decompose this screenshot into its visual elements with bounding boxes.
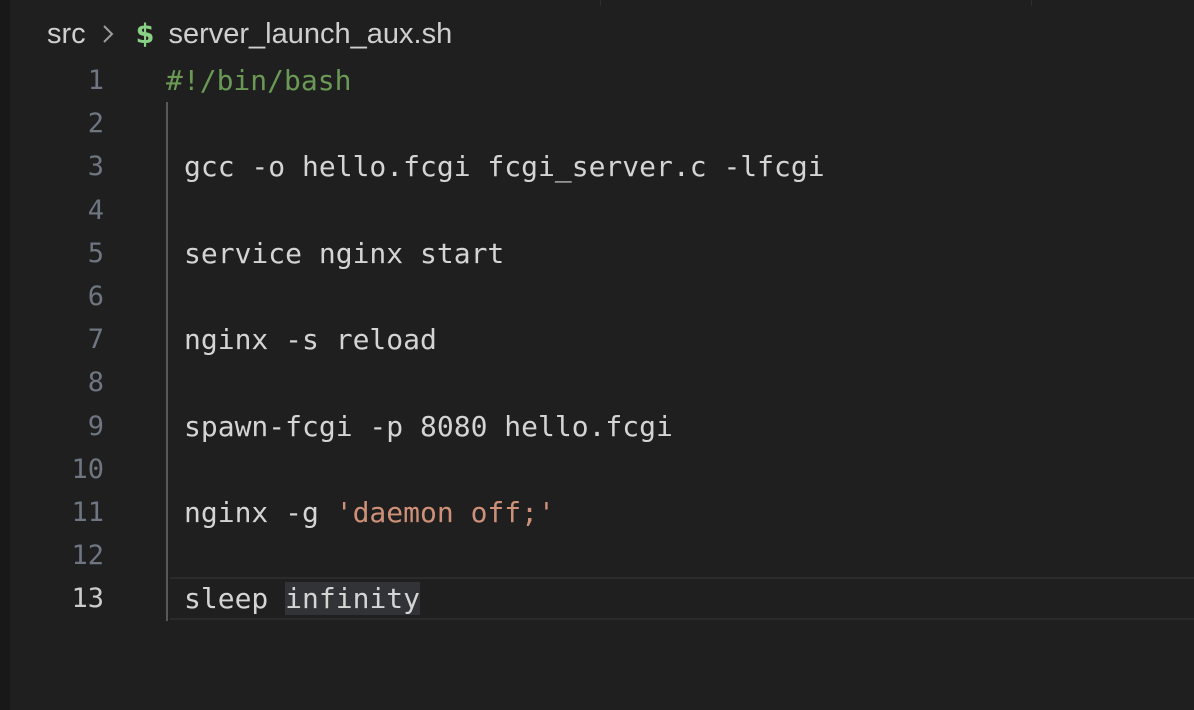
line-number: 8 xyxy=(87,367,104,399)
breadcrumb-folder[interactable]: src xyxy=(47,18,86,51)
command-text: nginx -g xyxy=(184,495,336,529)
line-number-active: 13 xyxy=(71,583,104,615)
code-line[interactable]: 5 service nginx start xyxy=(0,232,1194,275)
code-editor[interactable]: src $ server_launch_aux.sh 1 #!/bin/bash… xyxy=(0,0,1194,710)
code-area[interactable]: 1 #!/bin/bash 2 3 gcc -o hello.fcgi fcgi… xyxy=(0,59,1194,621)
line-text: nginx -s reload xyxy=(184,323,437,357)
command-text: sleep xyxy=(184,582,286,616)
code-line[interactable]: 3 gcc -o hello.fcgi fcgi_server.c -lfcgi xyxy=(0,145,1194,188)
line-number: 11 xyxy=(71,496,104,528)
code-line[interactable]: 1 #!/bin/bash xyxy=(0,59,1194,102)
code-line-active[interactable]: 13 sleep infinity xyxy=(0,577,1194,621)
code-line[interactable]: 11 nginx -g 'daemon off;' xyxy=(0,491,1194,534)
line-text: gcc -o hello.fcgi fcgi_server.c -lfcgi xyxy=(184,150,825,184)
line-text: sleep infinity xyxy=(184,577,421,620)
tab-divider xyxy=(600,0,601,6)
tab-divider xyxy=(1031,0,1032,6)
line-text: nginx -g 'daemon off;' xyxy=(184,491,555,534)
line-number: 5 xyxy=(87,237,104,269)
line-number: 3 xyxy=(87,151,104,183)
breadcrumb-file[interactable]: server_launch_aux.sh xyxy=(168,18,452,51)
code-line[interactable]: 12 xyxy=(0,534,1194,577)
code-line[interactable]: 9 spawn-fcgi -p 8080 hello.fcgi xyxy=(0,405,1194,448)
shell-file-icon: $ xyxy=(135,18,155,50)
chevron-right-icon xyxy=(94,20,122,48)
code-line[interactable]: 10 xyxy=(0,448,1194,491)
code-line[interactable]: 6 xyxy=(0,275,1194,318)
code-line[interactable]: 8 xyxy=(0,361,1194,404)
line-number: 9 xyxy=(87,410,104,442)
code-line[interactable]: 4 xyxy=(0,189,1194,232)
line-number: 6 xyxy=(87,280,104,312)
line-number: 1 xyxy=(87,65,104,96)
word-highlight: infinity xyxy=(285,582,421,616)
line-number: 10 xyxy=(71,453,104,485)
breadcrumb: src $ server_launch_aux.sh xyxy=(47,14,452,54)
line-text: service nginx start xyxy=(184,236,505,270)
line-number: 2 xyxy=(87,108,104,140)
line-text: #!/bin/bash xyxy=(166,64,352,97)
line-number: 4 xyxy=(87,194,104,226)
line-number: 12 xyxy=(71,540,104,572)
code-line[interactable]: 7 nginx -s reload xyxy=(0,318,1194,361)
string-literal: 'daemon off;' xyxy=(335,495,555,529)
line-text: spawn-fcgi -p 8080 hello.fcgi xyxy=(184,409,673,443)
code-line[interactable]: 2 xyxy=(0,102,1194,145)
line-number: 7 xyxy=(87,324,104,356)
